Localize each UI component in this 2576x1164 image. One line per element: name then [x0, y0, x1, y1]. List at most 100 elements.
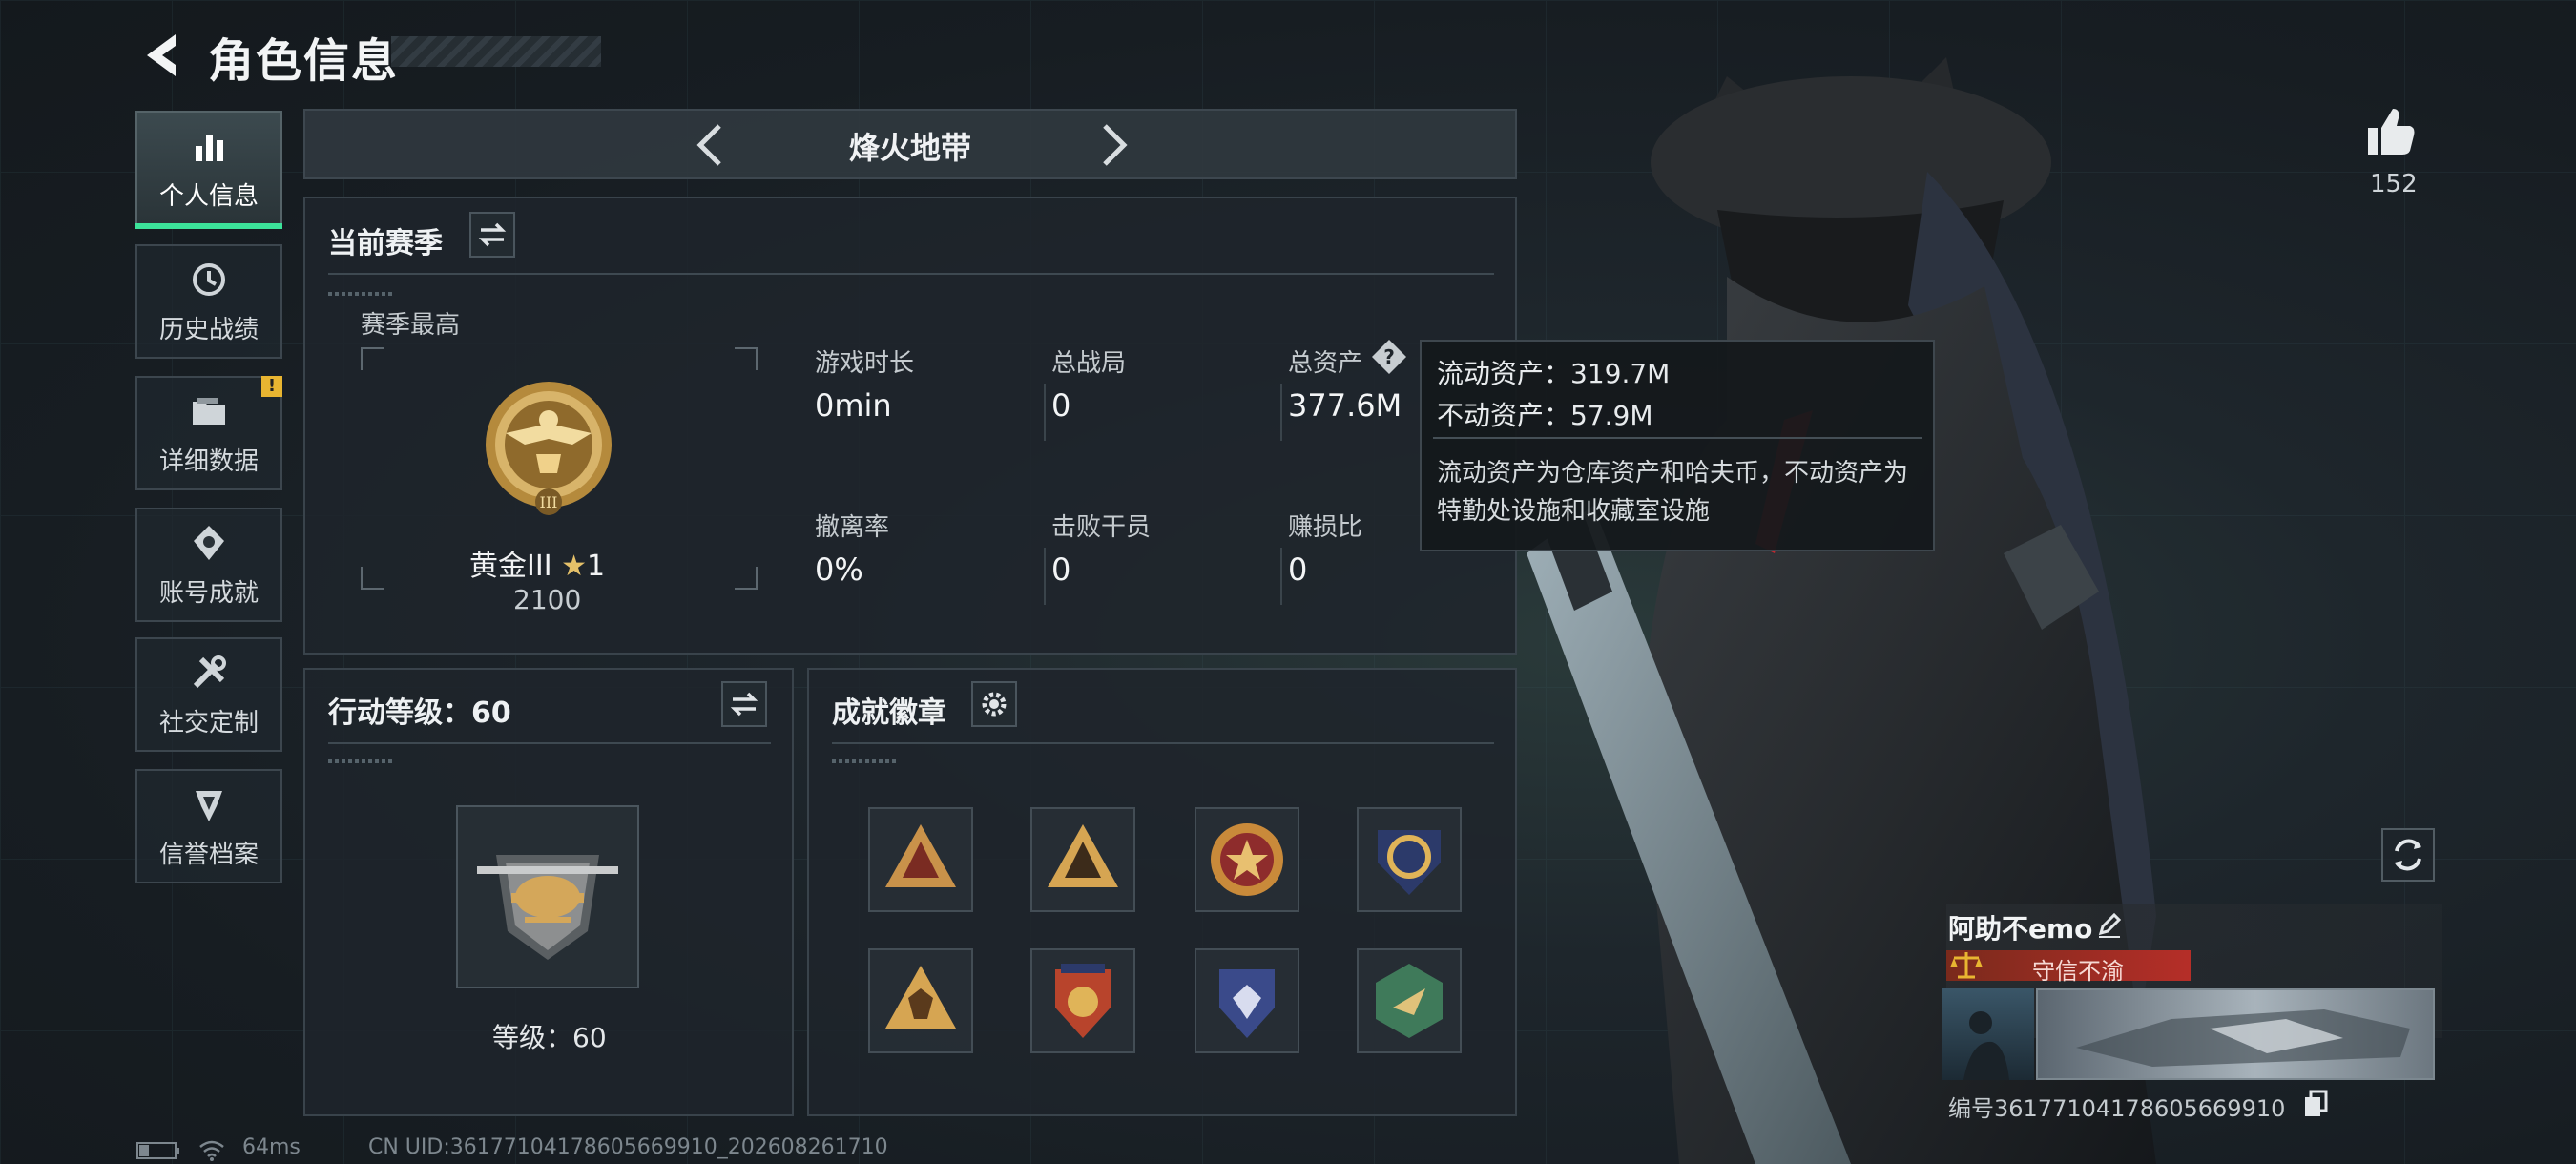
refresh-icon [2395, 839, 2421, 871]
divider [328, 273, 1494, 275]
season-switch-button[interactable] [469, 212, 515, 258]
history-clock-icon [193, 262, 225, 296]
sidebar-label: 历史战绩 [158, 315, 259, 344]
swap-icon [730, 692, 758, 717]
refresh-button[interactable] [2381, 828, 2435, 882]
stat-separator [1280, 548, 1282, 605]
decor-tick [328, 759, 395, 763]
star-icon: ★ [561, 550, 587, 583]
achievement-badge[interactable] [1030, 807, 1135, 912]
alert-badge: ! [261, 376, 282, 397]
folder-icon [193, 397, 225, 425]
stat-value: 0 [1051, 387, 1071, 424]
achievements-panel: 成就徽章 [807, 668, 1517, 1116]
helicopter-emblem-icon [477, 855, 618, 960]
action-level-switch-button[interactable] [721, 681, 767, 727]
help-icon[interactable]: ? [1370, 338, 1408, 376]
season-panel: 当前赛季 赛季最高 III 黄金III ★1 2100 游戏时长 0min 总战… [303, 197, 1517, 655]
next-mode-chevron-icon[interactable] [1090, 120, 1137, 170]
divider [328, 742, 771, 744]
shield-badge-icon [1055, 964, 1111, 1038]
sidebar-label: 详细数据 [158, 447, 259, 476]
rank-tier: 黄金III [469, 550, 552, 583]
title-decoration [391, 36, 601, 67]
stat-label: 击败干员 [1051, 513, 1152, 542]
achievement-badge[interactable] [868, 948, 973, 1053]
sidebar-item-credit-file[interactable]: 信誉档案 [135, 769, 282, 883]
rank-name: 黄金III ★1 [469, 542, 605, 584]
stat-label: 撤离率 [815, 513, 890, 542]
fixed-assets-text: 不动资产：57.9M [1437, 400, 1653, 431]
stat-separator [1044, 548, 1046, 605]
battery-icon [136, 1142, 179, 1159]
scale-icon [1950, 952, 1983, 979]
stat-label: 游戏时长 [815, 349, 915, 378]
achievement-badge[interactable] [1030, 948, 1135, 1053]
svg-text:III: III [540, 493, 558, 511]
player-avatar[interactable] [1942, 988, 2034, 1080]
avatar-figure-icon [1963, 1011, 2009, 1080]
liquid-assets-text: 流动资产：319.7M [1437, 358, 1671, 389]
sidebar-item-achievements[interactable]: 账号成就 [135, 508, 282, 622]
triangle-badge-icon [1048, 824, 1118, 887]
divider [832, 742, 1494, 744]
stat-value: 0 [1288, 551, 1308, 588]
mode-selector: 烽火地带 [303, 109, 1517, 179]
level-emblem-frame [456, 805, 639, 988]
ping-text: 64ms [242, 1135, 301, 1159]
bar-chart-icon [196, 134, 223, 161]
player-banner[interactable] [2036, 988, 2435, 1080]
sidebar-item-social-custom[interactable]: 社交定制 [135, 637, 282, 752]
like-count: 152 [2370, 170, 2418, 198]
achievement-badge[interactable] [1195, 807, 1299, 912]
triangle-badge-icon [885, 824, 956, 887]
action-level-title: 行动等级：60 [328, 696, 511, 730]
action-level-panel: 行动等级：60 等级：60 [303, 668, 794, 1116]
stat-label: 赚损比 [1288, 513, 1363, 542]
sidebar-label: 社交定制 [158, 708, 259, 738]
achievement-icon [194, 525, 224, 560]
sidebar-item-detailed-data[interactable]: ! 详细数据 [135, 376, 282, 490]
stat-label: 总战局 [1051, 349, 1127, 378]
uid-text: CN UID:36177104178605669910_202608261710 [368, 1135, 888, 1159]
copy-icon[interactable] [2303, 1090, 2330, 1118]
frame-corner [735, 567, 758, 590]
thumbs-up-icon[interactable] [2362, 103, 2418, 158]
gear-icon [982, 692, 1007, 717]
sidebar-item-history[interactable]: 历史战绩 [135, 244, 282, 359]
achievement-badge[interactable] [1195, 948, 1299, 1053]
back-arrow-icon[interactable] [134, 27, 191, 84]
achievement-settings-button[interactable] [971, 681, 1017, 727]
tooltip-description: 流动资产为仓库资产和哈夫币，不动资产为特勤处设施和收藏室设施 [1437, 459, 1909, 526]
season-title: 当前赛季 [328, 227, 443, 260]
player-id: 编号3617710417860566991​0 [1948, 1095, 2286, 1122]
sidebar-label: 信誉档案 [158, 840, 259, 869]
stat-separator [1280, 384, 1282, 441]
rank-gold-emblem-icon: III [486, 382, 612, 515]
edit-pencil-icon[interactable] [2095, 910, 2124, 939]
shield-badge-icon [1219, 969, 1275, 1038]
frame-corner [361, 567, 384, 590]
page-title: 角色信息 [208, 34, 400, 88]
sidebar-item-personal-info[interactable]: 个人信息 [135, 111, 282, 229]
shield-icon [196, 790, 222, 821]
achievements-title: 成就徽章 [832, 696, 946, 730]
sidebar-label: 个人信息 [158, 181, 259, 211]
round-badge-icon [1211, 823, 1283, 896]
hexagon-badge-icon [1376, 964, 1443, 1038]
stat-label: 总资产 [1288, 349, 1363, 378]
decor-tick [328, 292, 395, 296]
stat-value: 0% [815, 551, 863, 588]
tooltip-divider [1433, 437, 1922, 439]
tools-icon [193, 655, 226, 688]
achievement-badge[interactable] [868, 807, 973, 912]
mode-name: 烽火地带 [848, 130, 971, 166]
level-text: 等级：60 [492, 1022, 607, 1053]
achievement-badge[interactable] [1357, 807, 1462, 912]
sidebar-label: 账号成就 [158, 578, 259, 608]
achievement-badge[interactable] [1357, 948, 1462, 1053]
stat-value: 377.6M [1288, 387, 1402, 424]
rank-stars: 1 [587, 550, 606, 583]
stat-separator [1044, 384, 1046, 441]
player-name: 阿助不emo [1948, 913, 2093, 945]
